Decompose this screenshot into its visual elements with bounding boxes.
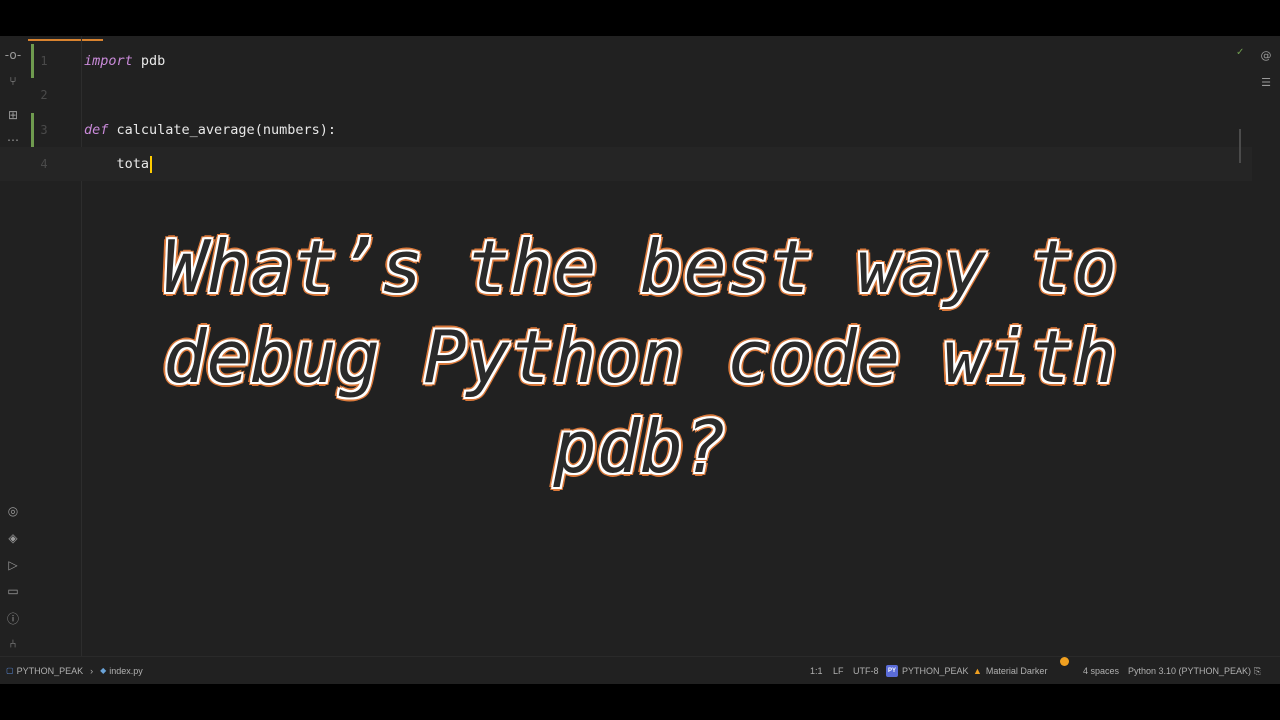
problems-icon[interactable]: ⓘ	[3, 608, 23, 628]
letterbox-bottom	[0, 684, 1280, 720]
breadcrumb-file[interactable]: index.py	[109, 657, 143, 684]
status-bar: ▢ PYTHON_PEAK › ◆ index.py 1:1 LF UTF-8 …	[0, 656, 1280, 684]
virtualenv-name: PYTHON_PEAK	[902, 666, 969, 676]
file-encoding[interactable]: UTF-8	[853, 657, 879, 684]
terminal-icon[interactable]: ▭	[3, 581, 23, 601]
python-badge-icon: PY	[886, 665, 898, 677]
text-cursor	[150, 155, 152, 173]
line-ending[interactable]: LF	[833, 657, 844, 684]
scroll-marker	[1239, 129, 1241, 163]
title-line: pdb?	[553, 405, 727, 489]
interpreter-widget[interactable]: Python 3.10 (PYTHON_PEAK)	[1128, 657, 1251, 684]
code-rest: pdb	[132, 53, 166, 69]
line-number: 3	[40, 123, 48, 137]
keyword: import	[84, 53, 133, 69]
breadcrumb: ▢ PYTHON_PEAK › ◆ index.py	[6, 657, 143, 684]
lock-icon[interactable]: ⎘	[1254, 657, 1261, 684]
code-rest: calculate_average(numbers):	[108, 122, 336, 138]
code-line[interactable]: 3 def calculate_average(numbers):	[0, 113, 1252, 147]
active-tab-indicator	[28, 39, 103, 41]
virtualenv-widget[interactable]: PY PYTHON_PEAK	[886, 657, 969, 684]
theme-name: Material Darker	[985, 666, 1048, 676]
code-text[interactable]: def calculate_average(numbers):	[84, 113, 336, 147]
line-number: 1	[40, 54, 48, 68]
indent-setting[interactable]: 4 spaces	[1083, 657, 1119, 684]
notification-indicator[interactable]	[1060, 657, 1069, 666]
ide-window: -o- ⑂ ⊞ ⋯ ◎ ◈ ▷ ▭ ⓘ ⑃ 1 import pdb 2 3 d…	[0, 36, 1280, 684]
inspection-ok-icon[interactable]: ✓	[1236, 47, 1244, 58]
run-icon[interactable]: ▷	[3, 555, 23, 575]
database-icon[interactable]: ☰	[1258, 74, 1274, 90]
code-text[interactable]: import pdb	[84, 44, 165, 78]
python-console-icon[interactable]: ◎	[3, 501, 23, 521]
title-line: debug Python code with	[163, 315, 1117, 399]
caret-position[interactable]: 1:1	[810, 657, 823, 684]
title-line: What’s the best way to	[163, 225, 1117, 309]
theme-widget[interactable]: ▲ Material Darker	[973, 657, 1047, 684]
material-theme-icon: ▲	[973, 666, 982, 676]
breadcrumb-project[interactable]: PYTHON_PEAK	[17, 657, 84, 684]
code-line[interactable]: 2	[0, 78, 1252, 112]
code-line[interactable]: 1 import pdb	[0, 44, 1252, 78]
video-title-overlay: What’s the best way to debug Python code…	[140, 222, 1140, 492]
chevron-right-icon: ›	[90, 666, 94, 676]
python-file-icon: ◆	[100, 666, 107, 675]
line-number: 2	[40, 88, 48, 102]
folder-icon: ▢	[6, 666, 14, 675]
git-icon[interactable]: ⑃	[3, 634, 23, 654]
notification-dot-icon	[1060, 657, 1069, 666]
ai-assistant-icon[interactable]: @	[1258, 47, 1274, 63]
code-text[interactable]: tota	[84, 147, 152, 181]
line-number: 4	[40, 157, 48, 171]
code-rest: tota	[84, 156, 150, 172]
keyword: def	[84, 122, 109, 138]
right-toolbar: @ ☰	[1252, 36, 1280, 656]
layers-icon[interactable]: ◈	[3, 528, 23, 548]
code-line-active[interactable]: 4 tota	[0, 147, 1252, 181]
